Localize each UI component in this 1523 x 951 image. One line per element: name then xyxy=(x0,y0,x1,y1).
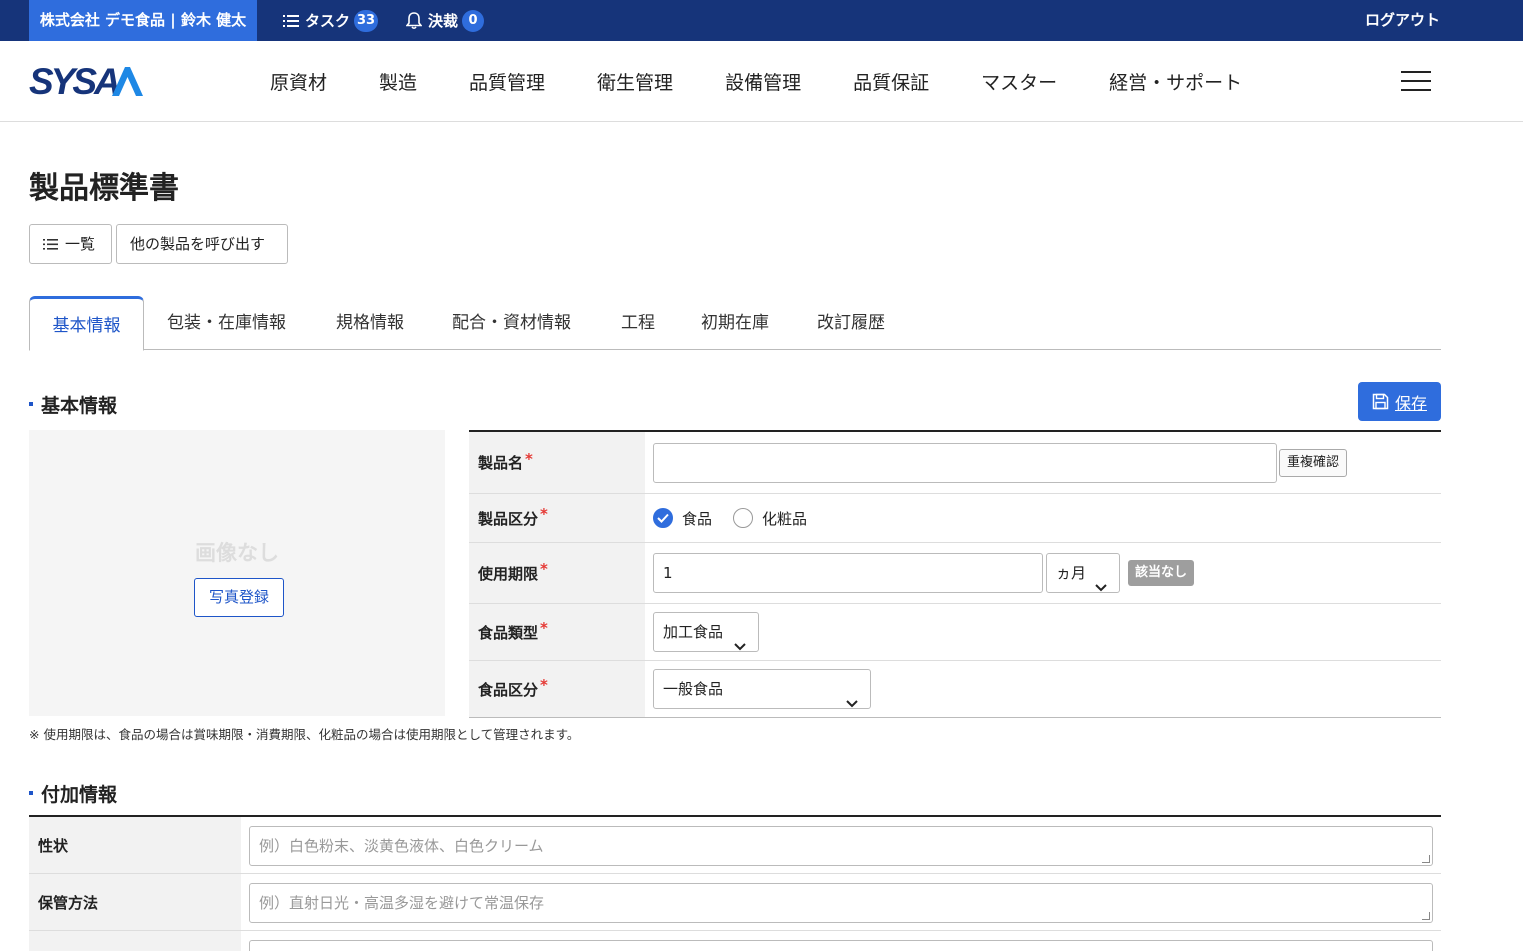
duplicate-check-button[interactable]: 重複確認 xyxy=(1279,449,1348,477)
save-button-label: 保存 xyxy=(1394,393,1427,413)
radio-food[interactable]: 食品 xyxy=(653,494,712,542)
page-title: 製品標準書 xyxy=(29,171,179,206)
nav-item-materials[interactable]: 原資材 xyxy=(270,68,327,95)
list-icon xyxy=(43,238,58,250)
properties-label: 性状 xyxy=(29,817,241,873)
main-nav: 原資材 製造 品質管理 衛生管理 設備管理 品質保証 マスター 経営・サポート xyxy=(270,41,1242,122)
food-class-select[interactable]: 一般食品 xyxy=(653,669,871,709)
expiry-unit-select[interactable]: ヵ月 xyxy=(1046,553,1120,593)
top-bar: 株式会社 デモ食品 | 鈴木 健太 タスク 33 決裁 0 ログアウト xyxy=(0,0,1523,41)
expiry-note: ※ 使用期限は、食品の場合は賞味期限・消費期限、化粧品の場合は使用期限として管理… xyxy=(29,727,580,742)
product-name-row: 製品名 * 重複確認 xyxy=(469,432,1441,494)
approval-count-badge: 0 xyxy=(462,9,485,32)
expiry-value-input[interactable]: 1 xyxy=(653,553,1043,593)
basic-info-form: 製品名 * 重複確認 製品区分 * 食品 化粧品 使用期限 * 1 ヵ月 該当な… xyxy=(469,430,1441,718)
storage-method-label: 保管方法 xyxy=(29,874,241,930)
tab-packaging-stock[interactable]: 包装・在庫情報 xyxy=(167,296,286,350)
nav-item-manufacturing[interactable]: 製造 xyxy=(379,68,417,95)
not-applicable-badge[interactable]: 該当なし xyxy=(1128,560,1195,586)
properties-textarea[interactable]: 例）白色粉末、淡黄色液体、白色クリーム xyxy=(249,826,1433,866)
nav-item-master[interactable]: マスター xyxy=(981,68,1057,95)
tab-initial-stock[interactable]: 初期在庫 xyxy=(701,296,769,350)
load-other-product-button[interactable]: 他の製品を呼び出す xyxy=(116,224,288,264)
approval-label: 決裁 xyxy=(428,12,459,30)
list-button-label: 一覧 xyxy=(65,235,96,253)
food-type-row: 食品類型 * 加工食品 xyxy=(469,604,1441,661)
next-row-label xyxy=(29,931,241,951)
next-row xyxy=(29,931,1441,951)
food-type-label: 食品類型 * xyxy=(469,604,645,660)
product-image-panel: 画像なし 写真登録 xyxy=(29,430,445,716)
approval-link[interactable]: 決裁 0 xyxy=(406,0,485,41)
food-class-row: 食品区分 * 一般食品 xyxy=(469,661,1441,718)
bell-icon xyxy=(406,11,422,30)
storage-method-textarea[interactable]: 例）直射日光・高温多湿を避けて常温保存 xyxy=(249,883,1433,923)
tab-formulation-materials[interactable]: 配合・資材情報 xyxy=(452,296,571,350)
list-icon xyxy=(283,14,299,28)
next-row-textarea[interactable] xyxy=(249,940,1433,951)
radio-cosmetics[interactable]: 化粧品 xyxy=(733,494,807,542)
list-button[interactable]: 一覧 xyxy=(29,224,112,264)
food-class-value: 一般食品 xyxy=(663,680,724,698)
food-class-label: 食品区分 * xyxy=(469,661,645,717)
main-header: SYSA 原資材 製造 品質管理 衛生管理 設備管理 品質保証 マスター 経営・… xyxy=(0,41,1523,122)
no-image-text: 画像なし xyxy=(195,541,279,565)
expiry-unit-value: ヵ月 xyxy=(1056,564,1087,582)
task-count-badge: 33 xyxy=(354,9,379,32)
product-type-label: 製品区分 * xyxy=(469,494,645,542)
nav-item-management-support[interactable]: 経営・サポート xyxy=(1109,68,1242,95)
chevron-down-icon xyxy=(734,627,746,665)
tab-process[interactable]: 工程 xyxy=(621,296,655,350)
save-button[interactable]: 保存 xyxy=(1358,382,1441,421)
properties-row: 性状 例）白色粉末、淡黄色液体、白色クリーム xyxy=(29,817,1441,874)
nav-item-quality-assurance[interactable]: 品質保証 xyxy=(853,68,929,95)
nav-item-equipment[interactable]: 設備管理 xyxy=(725,68,801,95)
food-type-value: 加工食品 xyxy=(663,623,724,641)
chevron-down-icon xyxy=(1095,568,1107,606)
floppy-disk-icon xyxy=(1372,393,1389,410)
radio-circle-icon xyxy=(733,508,753,528)
expiry-label: 使用期限 * xyxy=(469,543,645,603)
radio-cosmetics-label: 化粧品 xyxy=(762,509,808,528)
radio-food-label: 食品 xyxy=(682,509,713,528)
product-type-row: 製品区分 * 食品 化粧品 xyxy=(469,494,1441,543)
product-name-input[interactable] xyxy=(653,443,1277,483)
tab-specifications[interactable]: 規格情報 xyxy=(336,296,404,350)
storage-method-row: 保管方法 例）直射日光・高温多湿を避けて常温保存 xyxy=(29,874,1441,931)
tab-bar: 基本情報 包装・在庫情報 規格情報 配合・資材情報 工程 初期在庫 改訂履歴 xyxy=(29,296,1441,351)
food-type-select[interactable]: 加工食品 xyxy=(653,612,759,652)
logout-link[interactable]: ログアウト xyxy=(1365,0,1440,41)
menu-icon[interactable] xyxy=(1401,71,1431,91)
product-name-label: 製品名 * xyxy=(469,432,645,493)
photo-register-button[interactable]: 写真登録 xyxy=(194,578,284,617)
tab-revision-history[interactable]: 改訂履歴 xyxy=(817,296,885,350)
extra-info-section-title: 付加情報 xyxy=(29,780,117,807)
check-icon xyxy=(653,508,673,528)
nav-item-quality-control[interactable]: 品質管理 xyxy=(469,68,545,95)
chevron-down-icon xyxy=(846,684,858,722)
tab-basic-info[interactable]: 基本情報 xyxy=(29,296,144,351)
extra-info-form: 性状 例）白色粉末、淡黄色液体、白色クリーム 保管方法 例）直射日光・高温多湿を… xyxy=(29,815,1441,951)
expiry-row: 使用期限 * 1 ヵ月 該当なし xyxy=(469,543,1441,604)
sysa-logo[interactable]: SYSA xyxy=(29,61,144,102)
basic-info-section-title: 基本情報 xyxy=(29,391,117,418)
logo-text: SYSA xyxy=(29,65,119,97)
task-label: タスク xyxy=(305,12,351,30)
nav-item-hygiene[interactable]: 衛生管理 xyxy=(597,68,673,95)
company-user-label: 株式会社 デモ食品 | 鈴木 健太 xyxy=(29,0,257,41)
task-link[interactable]: タスク 33 xyxy=(283,0,379,41)
